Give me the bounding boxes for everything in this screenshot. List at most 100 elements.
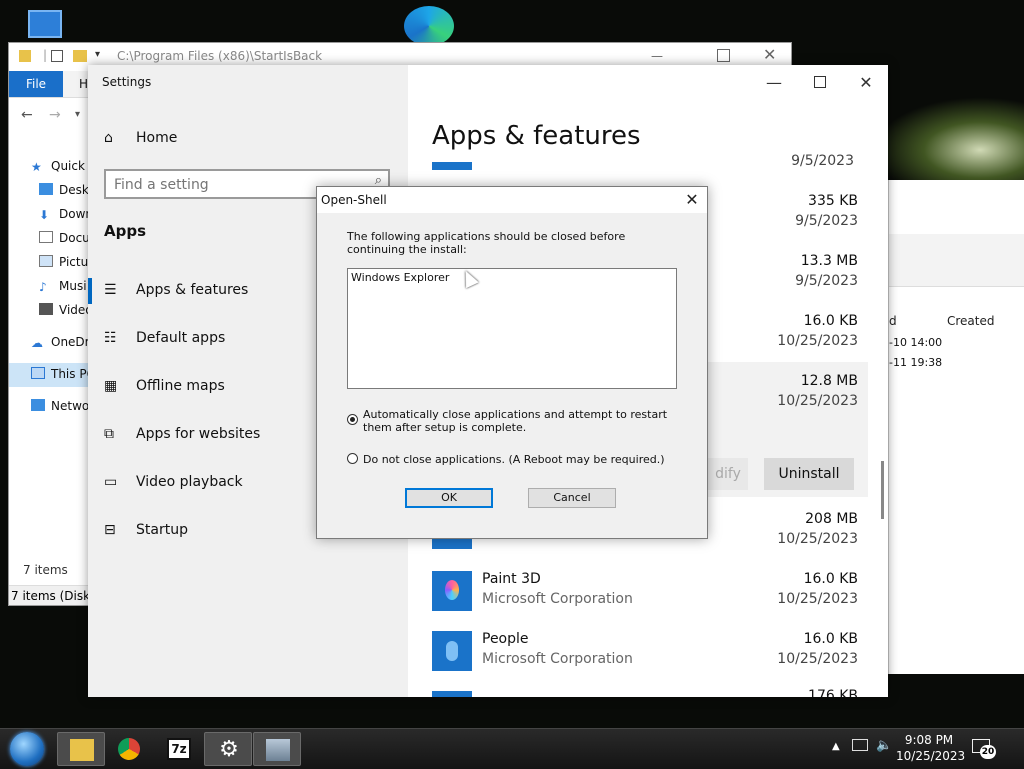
desktop-this-pc-icon[interactable] [28, 10, 62, 38]
item-count: 7 items [23, 563, 68, 577]
link-icon: ⧉ [104, 426, 114, 442]
recent-dropdown-icon[interactable]: ▾ [75, 109, 80, 120]
app-publisher: Microsoft Corporation [482, 591, 633, 607]
start-button-icon[interactable] [10, 732, 44, 766]
download-arrow-icon: ⬇ [39, 208, 50, 222]
settings-title: Settings [102, 75, 152, 89]
home-tab[interactable]: H [79, 77, 88, 91]
taskbar-chrome[interactable] [106, 732, 154, 766]
chrome-icon [118, 738, 140, 760]
section-heading: Apps [104, 222, 147, 240]
column-header-created[interactable]: Created [947, 314, 995, 328]
nav-item-pictures[interactable]: Pictu [39, 252, 88, 272]
app-size: 335 KB [808, 193, 858, 209]
app-list-item-paint3d[interactable]: Paint 3D Microsoft Corporation 16.0 KB 1… [432, 571, 882, 631]
nav-item-quick-access[interactable]: ★ Quick [31, 156, 85, 176]
explorer-title-path: C:\Program Files (x86)\StartIsBack [117, 49, 323, 63]
music-note-icon: ♪ [39, 280, 47, 294]
no-close-label[interactable]: Do not close applications. (A Reboot may… [363, 453, 683, 466]
open-shell-dialog: Open-Shell ✕ The following applications … [316, 186, 708, 539]
app-list-item-partial[interactable]: 176 KB [432, 689, 882, 697]
taskbar: 7z ⚙ ▲ 🔈 9:08 PM 10/25/2023 20 [0, 728, 1024, 769]
forward-arrow-icon[interactable]: → [49, 107, 61, 123]
new-folder-icon[interactable] [73, 50, 87, 62]
file-tab[interactable]: File [9, 71, 63, 97]
desktop-icon [39, 183, 53, 195]
nav-item-music[interactable]: ♪ Musi [39, 276, 87, 296]
uninstall-button[interactable]: Uninstall [764, 458, 854, 490]
computer-icon [31, 367, 45, 379]
paint3d-icon [432, 571, 472, 611]
app-date: 9/5/2023 [791, 153, 854, 169]
folder-icon [19, 50, 31, 62]
nav-item-documents[interactable]: Docu [39, 228, 90, 248]
taskbar-installer[interactable] [253, 732, 301, 766]
close-icon[interactable]: ✕ [854, 73, 878, 92]
minimize-icon[interactable]: — [762, 73, 786, 92]
nav-item-network[interactable]: Netwo [31, 396, 89, 416]
default-apps-icon: ☷ [104, 330, 117, 346]
quick-access-dropdown-icon[interactable]: ▾ [95, 49, 100, 60]
page-title: Apps & features [432, 121, 641, 151]
nav-item-downloads[interactable]: ⬇ Down [39, 204, 93, 224]
sidebar-item-label: Apps for websites [136, 426, 261, 442]
app-size: 16.0 KB [803, 313, 858, 329]
app-list-item-people[interactable]: People Microsoft Corporation 16.0 KB 10/… [432, 631, 882, 691]
minimize-icon[interactable]: — [651, 49, 663, 63]
sidebar-item-label: Default apps [136, 330, 226, 346]
nav-item-onedrive[interactable]: ☁ OneDri [31, 332, 93, 352]
cloud-icon: ☁ [31, 336, 43, 350]
details-toolbar-band [889, 234, 1024, 287]
nav-label: OneDri [51, 335, 93, 349]
auto-close-radio[interactable] [347, 414, 358, 425]
app-size: 176 KB [808, 689, 858, 697]
nav-label: Quick [51, 159, 85, 173]
close-icon[interactable]: ✕ [681, 189, 703, 211]
tray-overflow-icon[interactable]: ▲ [832, 741, 840, 752]
close-icon[interactable]: ✕ [763, 45, 776, 64]
network-icon [31, 399, 45, 411]
ok-button[interactable]: OK [405, 488, 493, 508]
7zip-icon: 7z [167, 738, 191, 760]
properties-check-icon[interactable] [51, 50, 63, 62]
nav-item-this-pc[interactable]: This PC [31, 364, 95, 384]
column-header-partial[interactable]: d [889, 314, 897, 328]
taskbar-settings[interactable]: ⚙ [204, 732, 252, 766]
file-explorer-icon [70, 739, 94, 761]
people-icon [432, 631, 472, 671]
auto-close-label[interactable]: Automatically close applications and att… [363, 408, 683, 434]
cancel-button[interactable]: Cancel [528, 488, 616, 508]
map-icon: ▦ [104, 378, 118, 394]
list-item[interactable]: Windows Explorer [351, 271, 449, 284]
maximize-icon[interactable] [717, 49, 730, 62]
film-icon [39, 303, 53, 315]
dialog-title: Open-Shell [321, 193, 387, 207]
details-cell: -11 19:38 [889, 356, 943, 369]
home-label: Home [136, 130, 178, 146]
separator-icon: | [43, 48, 48, 62]
network-icon[interactable] [852, 739, 868, 751]
document-icon [39, 231, 53, 243]
nav-item-videos[interactable]: Video [39, 300, 93, 320]
app-date: 10/25/2023 [777, 393, 858, 409]
maximize-icon[interactable] [808, 73, 832, 92]
action-center-button[interactable]: 20 [970, 735, 996, 761]
nav-item-desktop[interactable]: Deskt [39, 180, 94, 200]
clock-time: 9:08 PM [904, 733, 954, 747]
startup-icon: ⊟ [104, 522, 116, 538]
taskbar-file-explorer[interactable] [57, 732, 105, 766]
applications-listbox[interactable]: Windows Explorer [347, 268, 677, 389]
desktop-edge-icon[interactable] [404, 6, 454, 46]
app-name: People [482, 631, 529, 647]
dialog-titlebar: Open-Shell ✕ [317, 187, 707, 213]
app-date: 9/5/2023 [795, 213, 858, 229]
app-date: 10/25/2023 [777, 531, 858, 547]
volume-muted-icon[interactable]: 🔈 [876, 738, 892, 753]
star-icon: ★ [31, 160, 42, 174]
nav-label: Netwo [51, 399, 90, 413]
no-close-radio[interactable] [347, 453, 358, 464]
taskbar-clock[interactable]: 9:08 PM 10/25/2023 [896, 732, 965, 764]
back-arrow-icon[interactable]: ← [21, 107, 33, 123]
taskbar-7zip[interactable]: 7z [155, 732, 203, 766]
app-date: 9/5/2023 [795, 273, 858, 289]
